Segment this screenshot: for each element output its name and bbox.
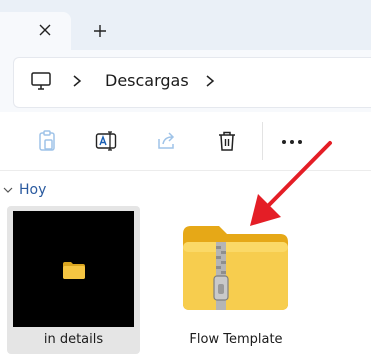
annotation-arrow — [250, 141, 332, 226]
group-label: Hoy — [19, 182, 47, 198]
file-name: in details — [43, 332, 104, 347]
breadcrumb-descargas[interactable]: Descargas — [105, 70, 189, 92]
paste-icon[interactable] — [36, 130, 58, 152]
rename-icon[interactable] — [95, 130, 117, 152]
chevron-right-icon[interactable] — [70, 72, 84, 90]
file-name: Flow Template — [189, 332, 283, 347]
close-icon[interactable] — [33, 18, 57, 42]
group-header-hoy[interactable]: Hoy — [0, 180, 46, 200]
folder-icon — [63, 262, 85, 279]
share-icon[interactable] — [156, 130, 178, 152]
delete-icon[interactable] — [216, 130, 238, 152]
plus-icon[interactable] — [88, 19, 112, 43]
address-bar[interactable] — [13, 57, 371, 108]
monitor-icon[interactable] — [30, 70, 52, 92]
chevron-down-icon[interactable] — [3, 185, 13, 195]
chevron-right-icon[interactable] — [203, 72, 217, 90]
